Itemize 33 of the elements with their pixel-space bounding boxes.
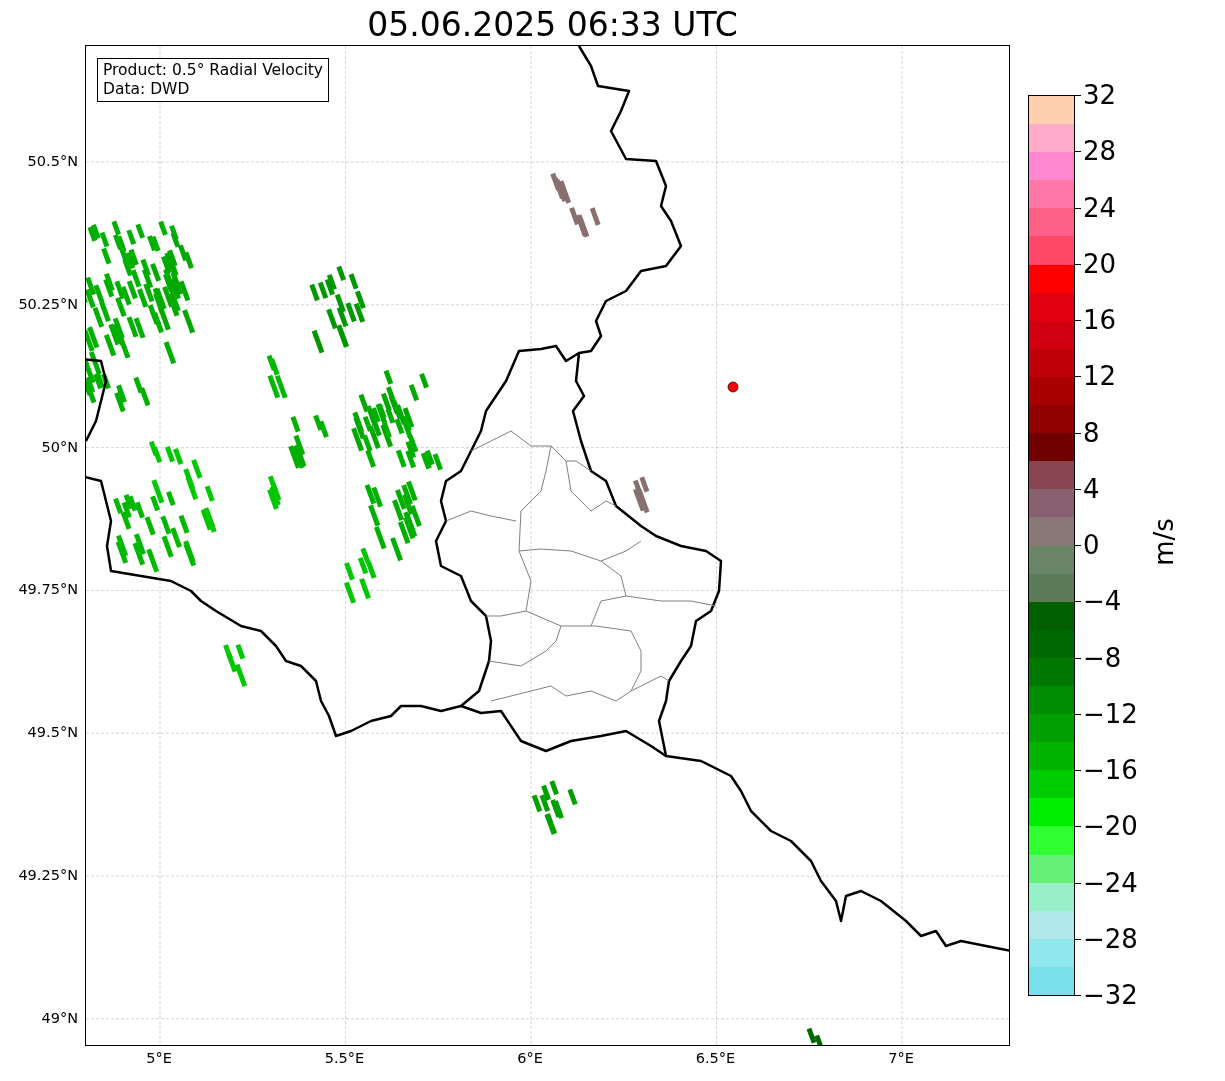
latitude-label: 49.25°N <box>18 867 78 883</box>
scale-label: 4 <box>1083 473 1100 504</box>
latitude-label: 49.75°N <box>18 581 78 598</box>
longitude-label: 6°E <box>517 1050 543 1066</box>
longitude-label: 6.5°E <box>695 1050 736 1066</box>
chart-title: 05.06.2025 06:33 UTC <box>366 4 739 45</box>
scale-label: −24 <box>1083 867 1138 898</box>
unit-label: m/s <box>1148 518 1179 566</box>
info-text: Product: 0.5° Radial Velocity <box>103 61 323 80</box>
latitude-label: 49.5°N <box>27 724 78 741</box>
scale-label: −16 <box>1083 755 1138 785</box>
scale-label: −20 <box>1083 811 1138 842</box>
scale-label: 32 <box>1083 80 1117 110</box>
latitude-label: 50.5°N <box>27 153 78 169</box>
scale-label: −8 <box>1083 642 1122 673</box>
latitude-label: 50°N <box>41 438 78 455</box>
scale-label: 16 <box>1083 305 1117 335</box>
scale-label: −32 <box>1083 980 1138 1010</box>
longitude-label: 7°E <box>888 1050 914 1066</box>
latitude-label: 49°N <box>41 1009 78 1026</box>
latitude-label: 50.25°N <box>18 295 78 312</box>
scale-label: −4 <box>1083 586 1122 617</box>
scale-label: −28 <box>1083 923 1138 954</box>
scale-label: 12 <box>1083 361 1117 392</box>
info-text: Data: DWD <box>103 80 191 99</box>
longitude-label: 5°E <box>146 1050 172 1066</box>
scale-label: −12 <box>1083 698 1138 729</box>
scale-label: 28 <box>1083 136 1117 167</box>
scale-label: 24 <box>1083 192 1117 223</box>
scale-label: 8 <box>1083 417 1100 448</box>
longitude-label: 5.5°E <box>324 1050 365 1066</box>
scale-label: 0 <box>1083 530 1100 560</box>
scale-label: 20 <box>1083 248 1117 279</box>
